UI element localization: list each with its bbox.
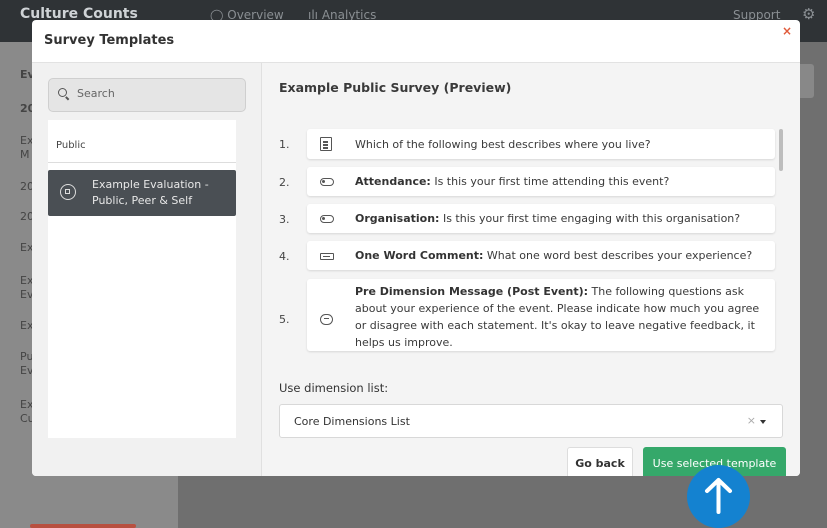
modal-header: Survey Templates × xyxy=(32,20,800,63)
template-icon xyxy=(60,184,76,200)
question-text: One Word Comment: What one word best des… xyxy=(355,247,763,264)
gear-icon[interactable]: ⚙ xyxy=(802,5,815,23)
template-item-label: Example Evaluation - Public, Peer & Self xyxy=(92,178,209,207)
document-icon xyxy=(320,137,332,151)
question-body: Which of the following best describes wh… xyxy=(355,138,651,151)
question-card[interactable]: Attendance: Is this your first time atte… xyxy=(307,167,775,196)
preview-scrollbar[interactable] xyxy=(779,129,783,171)
text-field-icon xyxy=(320,253,334,260)
question-label: Attendance: xyxy=(355,175,431,188)
divider xyxy=(48,162,236,163)
question-card[interactable]: One Word Comment: What one word best des… xyxy=(307,241,775,270)
template-item-selected[interactable]: Example Evaluation - Public, Peer & Self xyxy=(48,170,236,216)
survey-templates-modal: Survey Templates × Public Example Evalua… xyxy=(32,20,800,476)
question-body: Is this your first time attending this e… xyxy=(430,175,670,188)
dimension-list-label: Use dimension list: xyxy=(279,381,389,395)
question-text: Which of the following best describes wh… xyxy=(355,136,763,153)
modal-title: Survey Templates xyxy=(44,33,175,48)
question-label: Pre Dimension Message (Post Event): xyxy=(355,285,588,298)
search-icon xyxy=(58,88,67,97)
question-card[interactable]: Pre Dimension Message (Post Event): The … xyxy=(307,279,775,351)
question-number: 5. xyxy=(279,313,290,326)
template-list: Public Example Evaluation - Public, Peer… xyxy=(48,120,236,438)
toggle-icon xyxy=(320,178,334,186)
question-body: Is this your first time engaging with th… xyxy=(439,212,741,225)
question-label: Organisation: xyxy=(355,212,440,225)
template-list-panel: Public Example Evaluation - Public, Peer… xyxy=(32,63,261,476)
group-label-public: Public xyxy=(56,140,86,151)
clear-icon[interactable]: × xyxy=(747,414,756,427)
dimension-list-value: Core Dimensions List xyxy=(294,415,410,428)
question-text: Organisation: Is this your first time en… xyxy=(355,210,763,227)
toggle-icon xyxy=(320,215,334,223)
question-body: What one word best describes your experi… xyxy=(483,249,753,262)
preview-panel: Example Public Survey (Preview) 1. Which… xyxy=(261,63,800,476)
preview-title: Example Public Survey (Preview) xyxy=(279,80,512,95)
question-number: 3. xyxy=(279,213,290,226)
search-input[interactable] xyxy=(75,86,239,101)
question-number: 1. xyxy=(279,138,290,151)
background-red-bar xyxy=(30,524,136,528)
question-text: Pre Dimension Message (Post Event): The … xyxy=(355,283,763,351)
question-label: One Word Comment: xyxy=(355,249,484,262)
dimension-list-select[interactable]: Core Dimensions List × xyxy=(279,404,783,438)
arrow-up-icon xyxy=(705,478,732,514)
scroll-to-top-button[interactable] xyxy=(687,465,750,528)
question-text: Attendance: Is this your first time atte… xyxy=(355,173,763,190)
close-icon[interactable]: × xyxy=(782,24,792,38)
question-number: 2. xyxy=(279,176,290,189)
message-icon xyxy=(320,314,333,325)
question-card[interactable]: Which of the following best describes wh… xyxy=(307,129,775,159)
chevron-down-icon[interactable] xyxy=(760,420,766,424)
question-number: 4. xyxy=(279,250,290,263)
search-box[interactable] xyxy=(48,78,246,112)
go-back-button[interactable]: Go back xyxy=(567,447,633,476)
question-card[interactable]: Organisation: Is this your first time en… xyxy=(307,204,775,233)
